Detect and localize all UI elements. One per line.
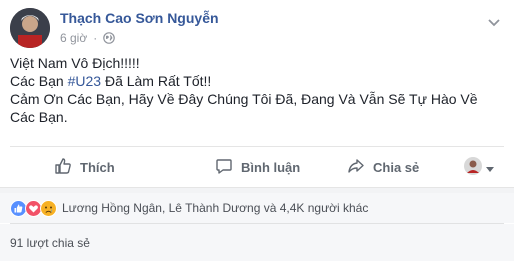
caret-down-icon — [486, 160, 494, 178]
like-label: Thích — [80, 160, 115, 175]
post-line-2-prefix: Các Bạn — [10, 73, 68, 89]
hashtag-link[interactable]: #U23 — [68, 73, 101, 89]
post-card: Thạch Cao Sơn Nguyễn 6 giờ · Việt Nam Vô… — [0, 0, 514, 261]
reactions-row[interactable]: Lương Hồng Ngân, Lê Thành Dương và 4,4K … — [0, 193, 514, 223]
comment-icon — [215, 157, 233, 178]
author-avatar[interactable] — [10, 8, 50, 48]
post-line-2: Các Bạn #U23 Đã Làm Rất Tốt!! — [10, 72, 504, 90]
post-time[interactable]: 6 giờ — [60, 31, 87, 45]
post-options-chevron-icon[interactable] — [488, 14, 500, 27]
sad-reaction-icon — [40, 200, 57, 217]
post-line-3: Cảm Ơn Các Bạn, Hãy Về Đây Chúng Tôi Đã,… — [10, 91, 478, 125]
reaction-summary[interactable]: Lương Hồng Ngân, Lê Thành Dương và 4,4K … — [62, 201, 368, 215]
like-button[interactable]: Thích — [54, 157, 115, 178]
author-name[interactable]: Thạch Cao Sơn Nguyễn — [60, 10, 219, 26]
action-bar: Thích Bình luận Chia sẻ — [10, 147, 504, 185]
shares-row: 91 lượt chia sẻ — [0, 224, 514, 261]
post-body: Việt Nam Vô Địch!!!!! Các Bạn #U23 Đã Là… — [10, 54, 504, 126]
react-as-selector[interactable] — [464, 157, 494, 180]
post-line-2-suffix: Đã Làm Rất Tốt!! — [101, 73, 212, 89]
comment-button[interactable]: Bình luận — [215, 157, 300, 178]
profile-thumbnail-icon — [464, 157, 482, 180]
globe-icon — [103, 32, 116, 44]
comment-label: Bình luận — [241, 160, 301, 175]
share-count[interactable]: 91 lượt chia sẻ — [10, 236, 90, 250]
post-meta: 6 giờ · — [60, 31, 116, 45]
share-label: Chia sẻ — [373, 160, 420, 175]
meta-separator: · — [93, 31, 98, 45]
thumbs-up-icon — [54, 157, 72, 178]
share-button[interactable]: Chia sẻ — [347, 157, 419, 178]
post-line-1: Việt Nam Vô Địch!!!!! — [10, 55, 140, 71]
reaction-icons — [10, 200, 57, 217]
share-icon — [347, 157, 365, 178]
